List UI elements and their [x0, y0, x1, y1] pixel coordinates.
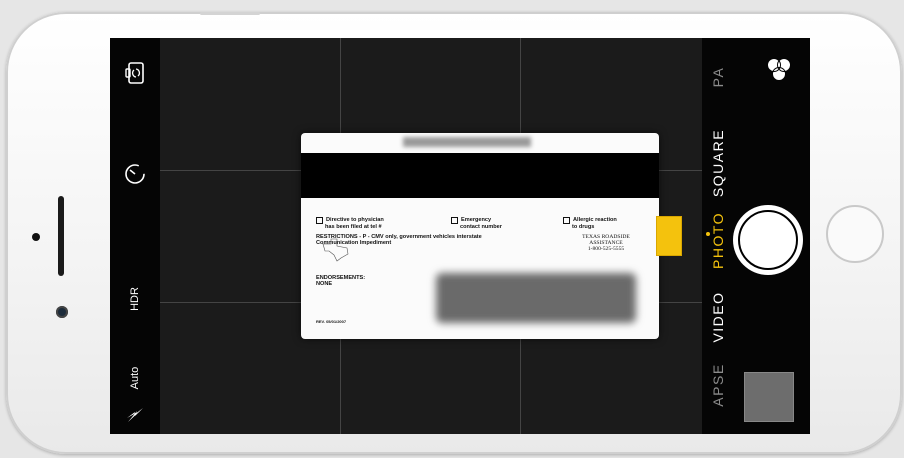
redacted-barcode [436, 273, 636, 323]
front-camera-lens [56, 306, 68, 318]
mode-square[interactable]: SQUARE [709, 128, 727, 198]
flash-icon[interactable] [125, 402, 145, 424]
redacted-barcode-number [403, 137, 531, 147]
mode-video[interactable]: VIDEO [709, 291, 727, 343]
texas-outline-icon [322, 238, 349, 262]
shutter-button[interactable] [733, 205, 803, 275]
checkbox-icon [563, 217, 570, 224]
roadside-assistance: TEXAS ROADSIDE ASSISTANCE 1-800-525-5555 [582, 234, 630, 252]
mode-time-lapse[interactable]: APSE [709, 359, 727, 411]
checkbox-icon [451, 217, 458, 224]
earpiece-speaker [58, 196, 64, 276]
hdr-toggle[interactable]: HDR [128, 284, 142, 314]
mode-pano[interactable]: PA [709, 57, 727, 97]
proximity-sensor [32, 233, 40, 241]
mode-photo[interactable]: PHOTO [709, 212, 727, 269]
right-control-bar: PA SQUARE PHOTO VIDEO APSE [702, 38, 810, 434]
selected-mode-indicator [706, 232, 710, 236]
emergency-checkbox-label: Emergency contact number [451, 217, 502, 230]
home-button[interactable] [826, 205, 884, 263]
camera-screen: HDR Auto Directive to physician has been… [110, 38, 810, 434]
endorsements-text: ENDORSEMENTS: NONE [316, 275, 366, 287]
shutter-ring [738, 210, 798, 270]
license-card-back: Directive to physician has been filed at… [301, 133, 659, 339]
switch-camera-icon[interactable] [122, 60, 148, 86]
timer-icon[interactable] [123, 162, 147, 186]
last-photo-thumbnail[interactable] [744, 372, 794, 422]
allergic-checkbox-label: Allergic reaction to drugs [563, 217, 617, 230]
exposure-indicator [656, 216, 682, 256]
camera-viewfinder[interactable]: Directive to physician has been filed at… [160, 38, 702, 434]
checkbox-icon [316, 217, 323, 224]
magnetic-stripe [301, 153, 659, 198]
revision-date: REV. 05/01/2007 [316, 319, 347, 324]
directive-checkbox-label: Directive to physician has been filed at… [316, 217, 384, 230]
filters-icon[interactable] [764, 54, 794, 84]
flash-mode-label[interactable]: Auto [128, 361, 142, 395]
left-control-bar: HDR Auto [110, 38, 160, 434]
power-button [200, 12, 260, 15]
